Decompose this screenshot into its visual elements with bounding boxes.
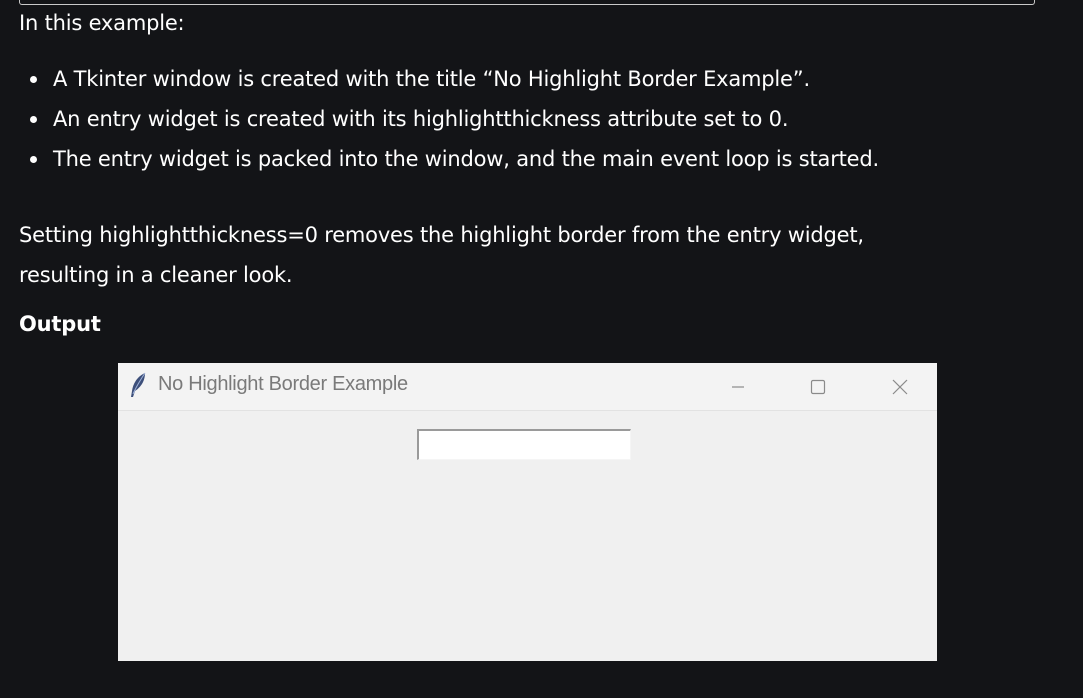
close-icon[interactable] — [886, 373, 914, 401]
maximize-icon[interactable] — [804, 373, 832, 401]
window-title: No Highlight Border Example — [158, 373, 408, 395]
intro-text: In this example: — [19, 11, 185, 35]
tkinter-window-screenshot: No Highlight Border Example — [118, 363, 937, 661]
list-item: An entry widget is created with its high… — [19, 99, 879, 139]
explanation-paragraph: Setting highlightthickness=0 removes the… — [19, 215, 1019, 295]
output-heading: Output — [19, 312, 101, 336]
feather-icon — [131, 372, 146, 397]
bullet-list: A Tkinter window is created with the tit… — [19, 59, 879, 179]
paragraph-line: resulting in a cleaner look. — [19, 263, 293, 287]
paragraph-line: Setting highlightthickness=0 removes the… — [19, 223, 864, 247]
list-item: The entry widget is packed into the wind… — [19, 139, 879, 179]
minimize-icon[interactable] — [724, 373, 752, 401]
list-item: A Tkinter window is created with the tit… — [19, 59, 879, 99]
window-titlebar: No Highlight Border Example — [118, 363, 937, 411]
entry-widget[interactable] — [417, 429, 631, 460]
page: In this example: A Tkinter window is cre… — [0, 0, 1083, 698]
code-block-edge — [19, 0, 1035, 5]
